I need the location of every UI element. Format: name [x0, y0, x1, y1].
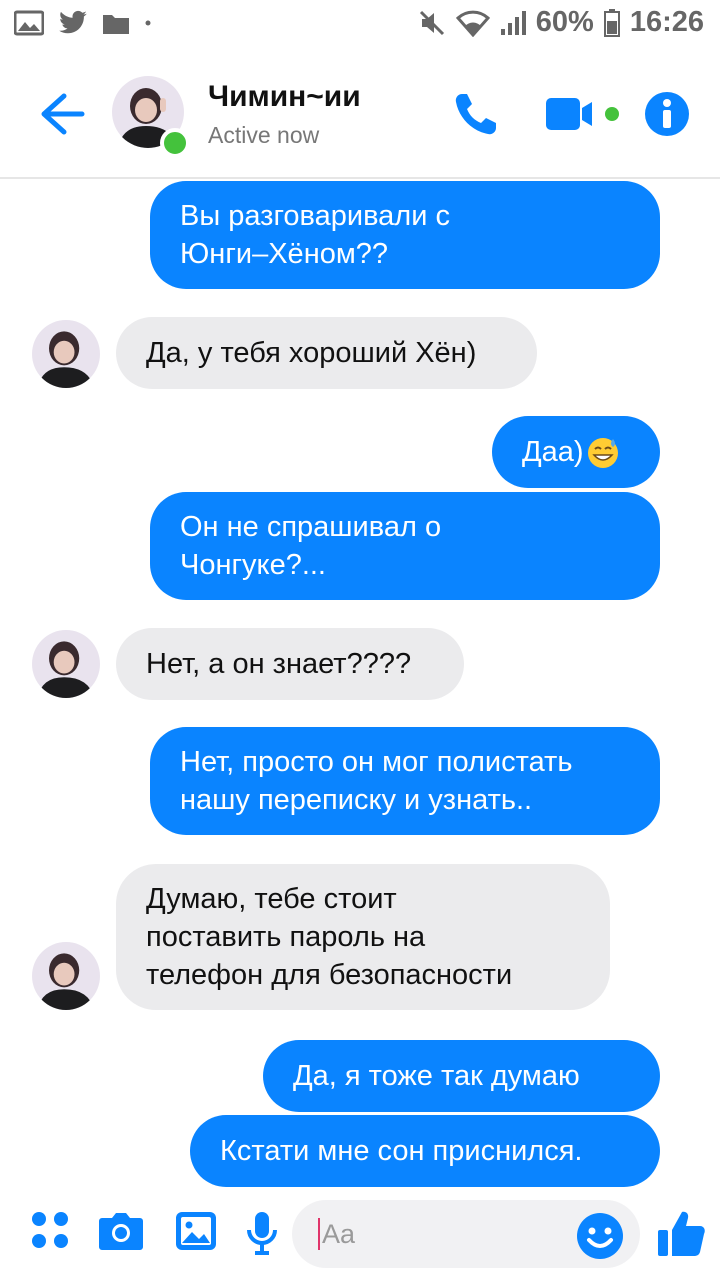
sender-avatar[interactable] [32, 320, 100, 388]
message-line: Чонгуке?... [180, 549, 326, 581]
battery-icon [603, 8, 620, 37]
emoji-icon[interactable] [576, 1212, 624, 1260]
message-line: Да, у тебя хороший Хён) [146, 337, 477, 369]
message-line: Нет, просто он мог полистать [180, 746, 573, 778]
message-line: Кстати мне сон приснился. [220, 1135, 583, 1167]
text-caret [318, 1218, 320, 1250]
gallery-icon [14, 10, 44, 36]
message-line: Юнги–Хёном?? [180, 238, 389, 270]
online-indicator [160, 128, 190, 158]
camera-icon[interactable] [98, 1210, 144, 1252]
phone-icon[interactable] [450, 88, 502, 140]
apps-grid-icon[interactable] [30, 1210, 70, 1250]
message-bubble-incoming[interactable]: Думаю, тебе стоит поставить пароль на теле… [116, 864, 610, 1010]
twitter-icon [59, 10, 87, 34]
signal-icon [500, 10, 526, 35]
message-line: Он не спрашивал о [180, 511, 442, 543]
thumbs-up-icon[interactable] [656, 1208, 706, 1258]
message-bubble-outgoing[interactable]: Нет, просто он мог полистать нашу перепис… [150, 727, 660, 835]
info-icon[interactable] [644, 88, 690, 140]
message-line: Нет, а он знает???? [146, 648, 412, 680]
message-bubble-incoming[interactable]: Да, у тебя хороший Хён) [116, 317, 537, 389]
battery-percent: 60% [535, 6, 594, 38]
dot-icon [145, 20, 151, 26]
message-input-placeholder: Aa [322, 1218, 356, 1249]
message-bubble-outgoing[interactable]: Он не спрашивал о Чонгуке?... [150, 492, 660, 600]
message-line: телефон для безопасности [146, 959, 513, 991]
grinning-sweat-emoji-icon [587, 438, 618, 468]
clock: 16:26 [629, 6, 704, 38]
sender-avatar[interactable] [32, 630, 100, 698]
message-bubble-outgoing[interactable]: Кстати мне сон приснился. [190, 1115, 660, 1187]
status-bar: 60% 16:26 [0, 0, 720, 50]
message-line: Вы разговаривали с [180, 200, 450, 232]
message-line: Даа) [522, 436, 584, 468]
back-arrow-icon[interactable] [36, 88, 88, 140]
message-bubble-outgoing[interactable]: Вы разговаривали с Юнги–Хёном?? [150, 181, 660, 289]
image-icon[interactable] [174, 1210, 218, 1252]
conversation-header: Чимин~ии Active now [0, 50, 720, 179]
message-bubble-outgoing[interactable]: Да, я тоже так думаю [263, 1040, 660, 1112]
mute-icon [419, 10, 444, 35]
video-camera-icon[interactable] [544, 88, 624, 140]
contact-status: Active now [208, 122, 320, 148]
wifi-icon [455, 10, 490, 37]
microphone-icon[interactable] [246, 1210, 278, 1256]
message-line: поставить пароль на [146, 921, 426, 953]
message-line: нашу переписку и узнать.. [180, 784, 533, 816]
message-line: Думаю, тебе стоит [146, 883, 397, 915]
message-bubble-outgoing[interactable]: Даа) [492, 416, 660, 488]
message-line: Да, я тоже так думаю [293, 1060, 580, 1092]
contact-name[interactable]: Чимин~ии [208, 80, 361, 114]
message-composer: Aa [0, 1196, 720, 1280]
folder-icon [103, 15, 129, 34]
message-bubble-incoming[interactable]: Нет, а он знает???? [116, 628, 464, 700]
sender-avatar[interactable] [32, 942, 100, 1010]
